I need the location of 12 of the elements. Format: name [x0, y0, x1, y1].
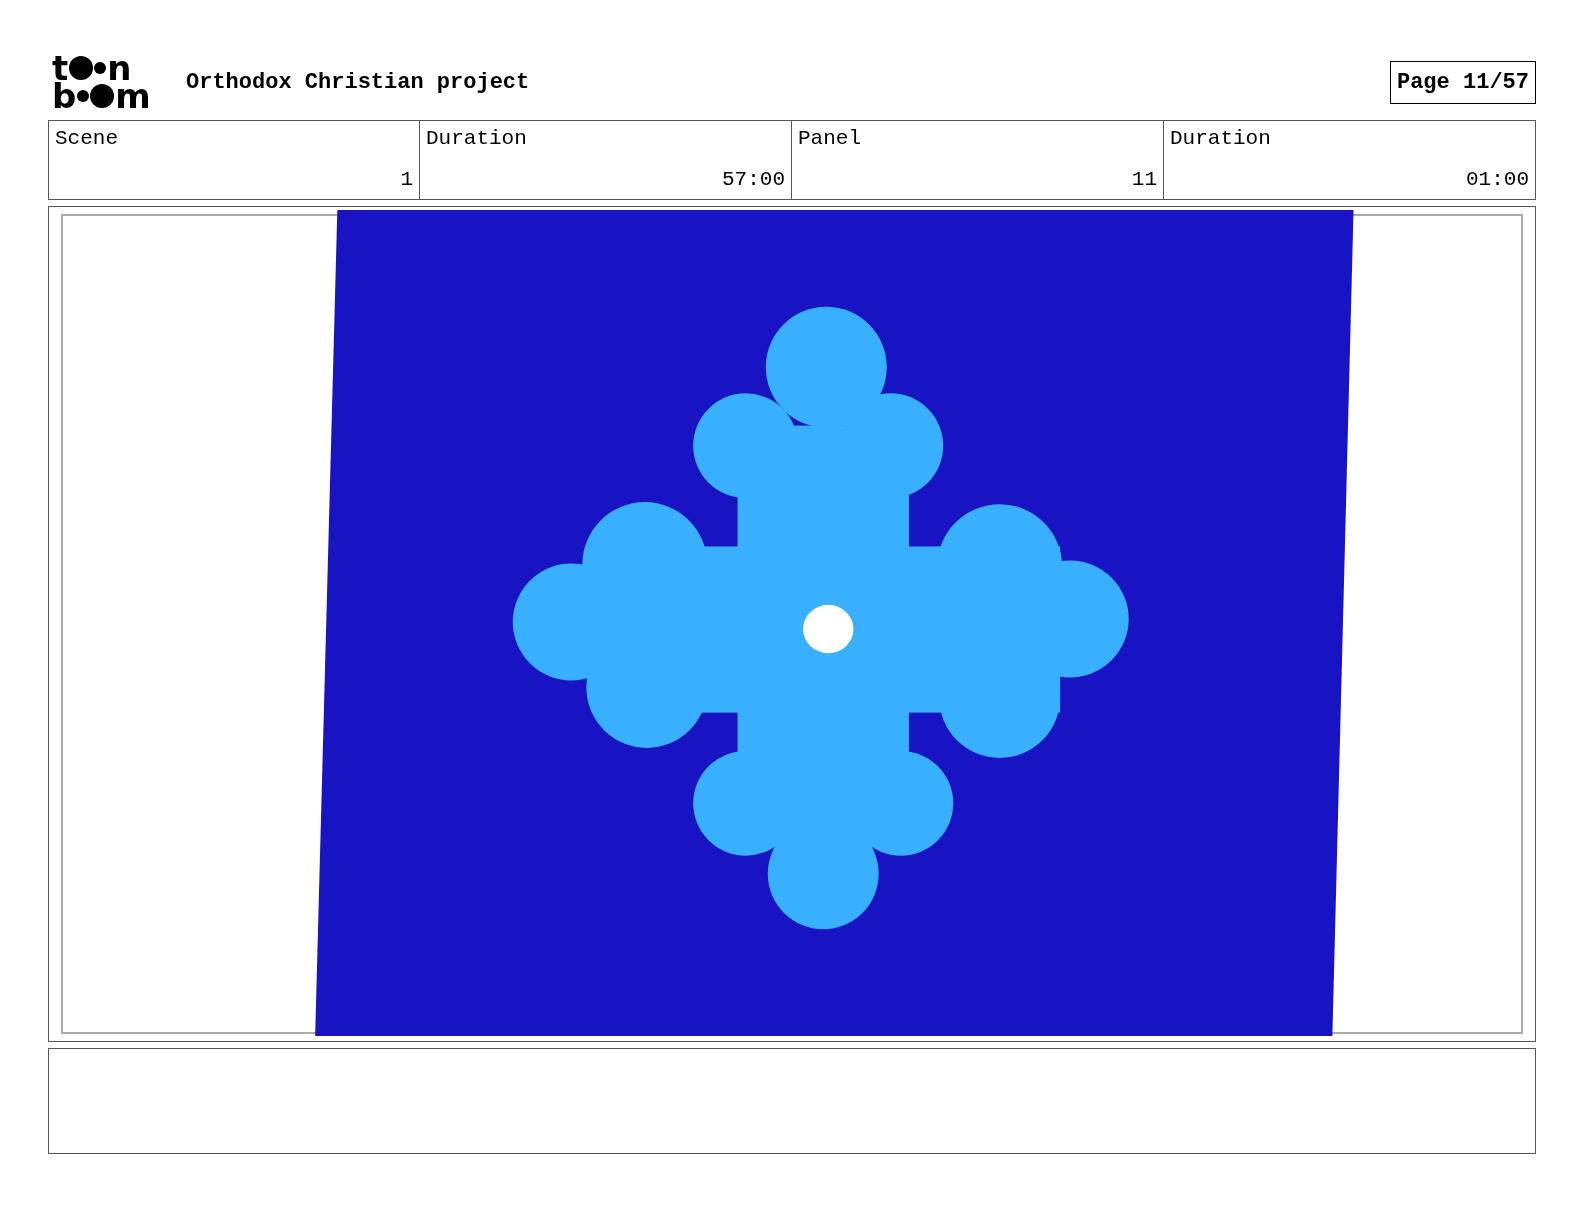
- field-label: Duration: [426, 127, 528, 150]
- logo-drawing: t n b m: [52, 54, 152, 110]
- project-title: Orthodox Christian project: [186, 69, 530, 95]
- field-label: Duration: [1170, 127, 1272, 150]
- dot-icon: [803, 604, 854, 654]
- page-number: Page 11/57: [1389, 60, 1536, 104]
- field-value: 01:00: [1465, 168, 1529, 191]
- field-value: 11: [1130, 168, 1157, 191]
- field-value: 1: [399, 168, 413, 191]
- field-label: Panel: [798, 127, 862, 150]
- field-label: Scene: [55, 127, 119, 150]
- field-value: 57:00: [721, 168, 785, 191]
